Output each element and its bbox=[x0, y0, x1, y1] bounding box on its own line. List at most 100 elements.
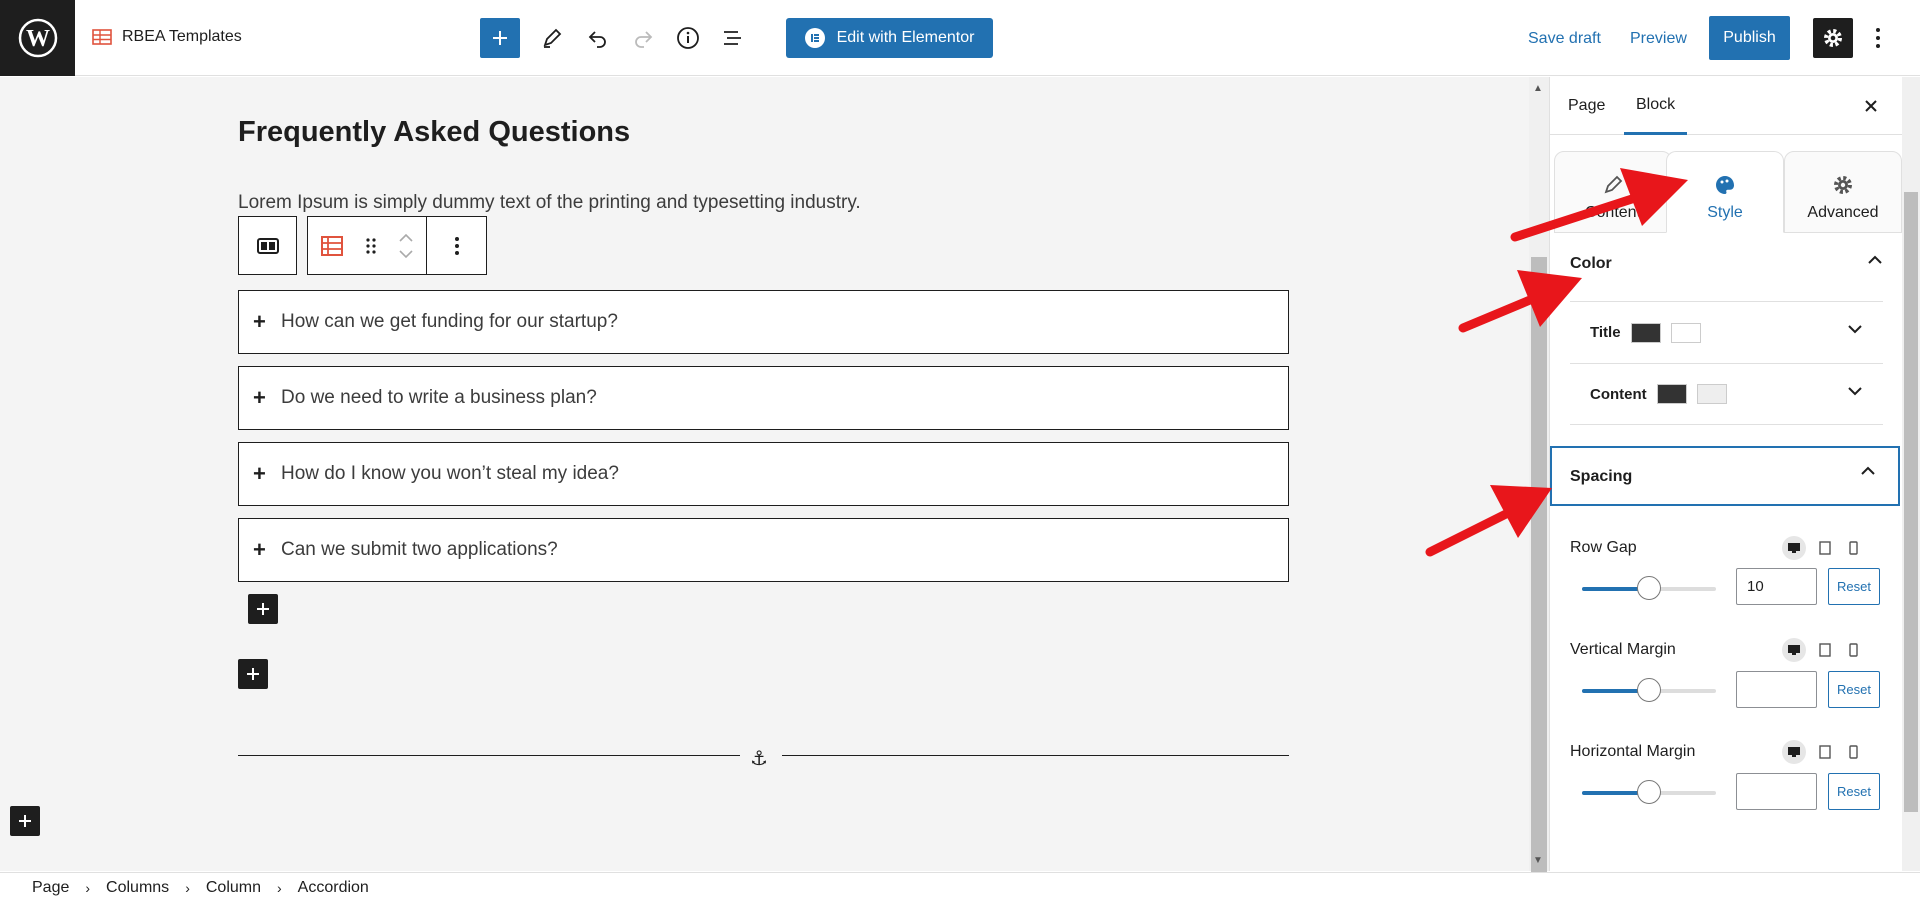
anchor-icon: ⚓ bbox=[750, 748, 768, 770]
preview-link[interactable]: Preview bbox=[1630, 30, 1687, 48]
horizontal-margin-reset-button[interactable]: Reset bbox=[1828, 773, 1880, 810]
add-block-inline-button[interactable] bbox=[238, 659, 268, 689]
color-panel-toggle[interactable]: Color bbox=[1570, 255, 1883, 275]
block-toolbar bbox=[238, 216, 487, 275]
color-row-title[interactable]: Title bbox=[1570, 301, 1883, 363]
breadcrumb-accordion[interactable]: Accordion bbox=[298, 879, 369, 897]
row-gap-label: Row Gap bbox=[1570, 539, 1637, 556]
faq-heading[interactable]: Frequently Asked Questions bbox=[238, 116, 630, 149]
tablet-icon[interactable] bbox=[1816, 539, 1834, 557]
vertical-margin-slider[interactable] bbox=[1582, 678, 1716, 702]
mobile-icon[interactable] bbox=[1844, 641, 1862, 659]
row-gap-reset-button[interactable]: Reset bbox=[1828, 568, 1880, 605]
faq-description[interactable]: Lorem Ipsum is simply dummy text of the … bbox=[238, 192, 861, 214]
accordion-block-icon[interactable] bbox=[308, 217, 356, 274]
accordion-item[interactable]: + How do I know you won’t steal my idea? bbox=[238, 442, 1289, 506]
desktop-icon[interactable] bbox=[1782, 638, 1806, 662]
block-options-icon[interactable] bbox=[427, 217, 486, 274]
block-toolbar-parent bbox=[238, 216, 297, 275]
block-breadcrumb: Page › Columns › Column › Accordion bbox=[0, 872, 1920, 902]
chevron-right-icon: › bbox=[185, 879, 190, 896]
scroll-down-icon[interactable]: ▼ bbox=[1533, 855, 1543, 866]
tab-page[interactable]: Page bbox=[1568, 77, 1605, 135]
chevron-up-icon bbox=[1861, 466, 1875, 475]
horizontal-margin-slider-handle[interactable] bbox=[1637, 780, 1661, 804]
close-icon[interactable] bbox=[1858, 93, 1884, 119]
wordpress-logo-icon[interactable]: W bbox=[0, 0, 75, 76]
sidebar-scroll-thumb[interactable] bbox=[1904, 192, 1918, 812]
scroll-up-icon[interactable]: ▲ bbox=[1533, 83, 1543, 94]
settings-sidebar: Page Block Content Style Advanced Color … bbox=[1549, 77, 1903, 871]
chevron-right-icon: › bbox=[277, 879, 282, 896]
info-icon[interactable] bbox=[672, 22, 704, 54]
pencil-icon bbox=[1604, 175, 1623, 194]
content-bg-color-swatch[interactable] bbox=[1696, 384, 1727, 404]
list-view-icon[interactable] bbox=[717, 22, 749, 54]
pen-tool-icon[interactable] bbox=[536, 22, 568, 54]
accordion-item-title: Can we submit two applications? bbox=[281, 539, 558, 560]
content-text-color-swatch[interactable] bbox=[1656, 384, 1687, 404]
chevron-down-icon bbox=[1848, 325, 1862, 334]
publish-button[interactable]: Publish bbox=[1709, 16, 1790, 60]
accordion-item[interactable]: + Do we need to write a business plan? bbox=[238, 366, 1289, 430]
site-title-label: RBEA Templates bbox=[122, 28, 242, 45]
mobile-icon[interactable] bbox=[1844, 743, 1862, 761]
color-row-title-label: Title bbox=[1590, 324, 1621, 341]
vertical-margin-slider-handle[interactable] bbox=[1637, 678, 1661, 702]
settings-gear-icon[interactable] bbox=[1813, 18, 1853, 58]
separator-line bbox=[782, 755, 1289, 756]
desktop-icon[interactable] bbox=[1782, 536, 1806, 560]
color-row-content[interactable]: Content bbox=[1570, 363, 1883, 425]
row-gap-input[interactable]: 10 bbox=[1736, 568, 1817, 605]
plus-icon: + bbox=[253, 537, 266, 562]
tablet-icon[interactable] bbox=[1816, 641, 1834, 659]
select-parent-columns-icon[interactable] bbox=[239, 217, 296, 274]
accordion-item[interactable]: + How can we get funding for our startup… bbox=[238, 290, 1289, 354]
tab-block[interactable]: Block bbox=[1624, 77, 1688, 135]
title-text-color-swatch[interactable] bbox=[1630, 322, 1661, 343]
chevron-down-icon bbox=[1848, 387, 1862, 396]
vertical-margin-label: Vertical Margin bbox=[1570, 641, 1676, 658]
accordion-item-title: How can we get funding for our startup? bbox=[281, 311, 618, 332]
subtab-style[interactable]: Style bbox=[1666, 151, 1784, 233]
editor-scroll-thumb[interactable] bbox=[1531, 257, 1547, 902]
sidebar-scrollbar[interactable] bbox=[1902, 77, 1920, 871]
mobile-icon[interactable] bbox=[1844, 539, 1862, 557]
add-accordion-item-button[interactable] bbox=[248, 594, 278, 624]
separator-line bbox=[238, 755, 740, 756]
responsive-toggle bbox=[1782, 638, 1862, 662]
horizontal-margin-input[interactable] bbox=[1736, 773, 1817, 810]
breadcrumb-column[interactable]: Column bbox=[206, 879, 261, 897]
top-toolbar: W RBEA Templates Edit with Elementor Sav… bbox=[0, 0, 1920, 76]
editor-scrollbar[interactable]: ▲ ▼ bbox=[1529, 77, 1549, 902]
edit-with-elementor-button[interactable]: Edit with Elementor bbox=[786, 18, 993, 58]
elementor-icon bbox=[804, 28, 825, 48]
redo-icon[interactable] bbox=[627, 22, 659, 54]
undo-icon[interactable] bbox=[582, 22, 614, 54]
vertical-margin-reset-button[interactable]: Reset bbox=[1828, 671, 1880, 708]
row-gap-slider[interactable] bbox=[1582, 576, 1716, 600]
drag-handle-icon[interactable] bbox=[356, 217, 386, 274]
block-toolbar-controls bbox=[307, 216, 487, 275]
title-bg-color-swatch[interactable] bbox=[1670, 322, 1701, 343]
breadcrumb-page[interactable]: Page bbox=[32, 879, 69, 897]
elementor-label: Edit with Elementor bbox=[836, 29, 975, 46]
site-title[interactable]: RBEA Templates bbox=[92, 28, 242, 46]
move-up-down-icon[interactable] bbox=[386, 217, 426, 274]
add-block-button[interactable] bbox=[480, 18, 520, 58]
breadcrumb-columns[interactable]: Columns bbox=[106, 879, 169, 897]
desktop-icon[interactable] bbox=[1782, 740, 1806, 764]
spacing-panel-toggle[interactable]: Spacing bbox=[1550, 446, 1900, 506]
save-draft-link[interactable]: Save draft bbox=[1528, 30, 1601, 48]
plus-icon: + bbox=[253, 309, 266, 334]
accordion-item[interactable]: + Can we submit two applications? bbox=[238, 518, 1289, 582]
subtab-advanced[interactable]: Advanced bbox=[1784, 151, 1902, 233]
vertical-margin-input[interactable] bbox=[1736, 671, 1817, 708]
add-block-bottom-button[interactable] bbox=[10, 806, 40, 836]
tablet-icon[interactable] bbox=[1816, 743, 1834, 761]
responsive-toggle bbox=[1782, 740, 1862, 764]
row-gap-slider-handle[interactable] bbox=[1637, 576, 1661, 600]
horizontal-margin-slider[interactable] bbox=[1582, 780, 1716, 804]
subtab-content[interactable]: Content bbox=[1554, 151, 1672, 233]
more-options-icon[interactable] bbox=[1866, 22, 1890, 54]
